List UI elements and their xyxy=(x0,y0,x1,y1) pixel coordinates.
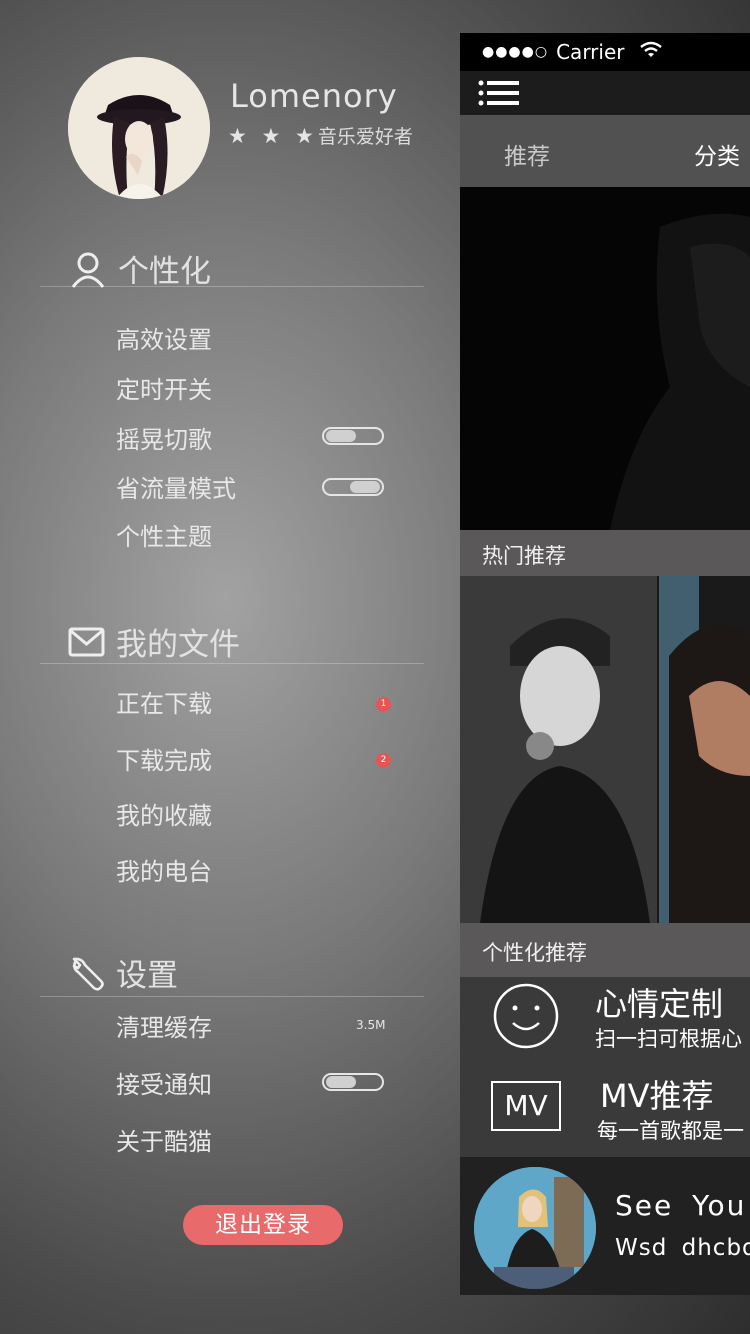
menu-item-timer-switch[interactable]: 定时开关 xyxy=(116,370,212,405)
divider xyxy=(40,996,424,997)
menu-item-clear-cache[interactable]: 清理缓存 xyxy=(116,1008,212,1043)
menu-item-my-radio[interactable]: 我的电台 xyxy=(116,852,212,887)
hot-thumbnails xyxy=(460,576,750,923)
menu-item-downloading[interactable]: 正在下载 xyxy=(116,684,212,719)
album-cover xyxy=(474,1167,596,1289)
song-title: See You A xyxy=(615,1189,750,1222)
section-title: 我的文件 xyxy=(116,627,240,663)
hero-banner[interactable] xyxy=(460,187,750,530)
tab-bar: 推荐 分类 xyxy=(460,115,750,187)
hot-item-thumbnail[interactable] xyxy=(460,576,657,923)
status-bar: ●●●●○ Carrier xyxy=(460,33,750,71)
wrench-icon xyxy=(72,957,104,991)
user-title: 音乐爱好者 xyxy=(317,126,413,148)
user-level: ★ ★ ★音乐爱好者 xyxy=(228,122,413,149)
menu-item-favorites[interactable]: 我的收藏 xyxy=(116,796,212,831)
rating-stars: ★ ★ ★ xyxy=(228,124,318,148)
divider xyxy=(40,286,424,287)
main-screen: ●●●●○ Carrier 推荐 分类 热门推荐 个性化推荐 心情定制 扫一扫可… xyxy=(460,33,750,1295)
avatar[interactable] xyxy=(68,57,210,199)
signal-icon: ●●●●○ xyxy=(482,44,549,60)
divider xyxy=(40,663,424,664)
section-personalize: 个性化 xyxy=(68,246,211,291)
personal-section-title: 个性化推荐 xyxy=(482,941,587,965)
recommendation-list: 心情定制 扫一扫可根据心 MV MV推荐 每一首歌都是一 xyxy=(460,977,750,1157)
downloading-count-badge: 1 xyxy=(376,697,391,712)
toggle-knob xyxy=(326,430,356,442)
cache-size: 3.5M xyxy=(356,1018,386,1032)
rec-item-mv[interactable]: MV MV推荐 每一首歌都是一 xyxy=(460,1069,750,1157)
menu-item-data-saver[interactable]: 省流量模式 xyxy=(116,469,236,504)
avatar-image xyxy=(68,57,210,199)
rec-title: 心情定制 xyxy=(595,985,724,1023)
section-settings: 设置 xyxy=(68,950,178,995)
tab-category[interactable]: 分类 xyxy=(694,137,740,171)
downloaded-count-badge: 2 xyxy=(376,753,391,768)
smiley-icon xyxy=(493,983,559,1049)
artist-photo xyxy=(460,576,657,923)
data-saver-toggle[interactable] xyxy=(322,478,384,496)
banner-image xyxy=(460,187,750,530)
rec-item-mood[interactable]: 心情定制 扫一扫可根据心 xyxy=(460,977,750,1065)
hot-section-header: 热门推荐 xyxy=(460,530,750,576)
logout-button[interactable]: 退出登录 xyxy=(183,1205,343,1245)
rec-title: MV推荐 xyxy=(600,1077,714,1115)
artist-photo xyxy=(659,576,750,923)
toolbar xyxy=(460,71,750,115)
username: Lomenory xyxy=(230,77,398,115)
menu-item-theme[interactable]: 个性主题 xyxy=(116,517,212,552)
mail-icon xyxy=(68,627,105,656)
user-icon xyxy=(71,252,105,288)
shake-switch-toggle[interactable] xyxy=(322,427,384,445)
menu-item-notifications[interactable]: 接受通知 xyxy=(116,1065,212,1100)
wifi-icon xyxy=(639,40,663,64)
carrier-label: Carrier xyxy=(556,40,625,64)
artist-name: Wsd dhcbdr xyxy=(615,1235,750,1261)
rec-subtitle: 每一首歌都是一 xyxy=(597,1119,744,1143)
section-title: 设置 xyxy=(116,958,178,994)
menu-item-about[interactable]: 关于酷猫 xyxy=(116,1122,212,1157)
rec-subtitle: 扫一扫可根据心 xyxy=(595,1027,742,1051)
tab-recommend[interactable]: 推荐 xyxy=(504,137,550,171)
now-playing-bar[interactable]: See You A Wsd dhcbdr xyxy=(460,1157,750,1295)
side-drawer: Lomenory ★ ★ ★音乐爱好者 个性化 高效设置 定时开关 摇晃切歌 省… xyxy=(0,0,460,1334)
menu-item-shake-switch-song[interactable]: 摇晃切歌 xyxy=(116,420,212,455)
menu-list-icon[interactable] xyxy=(478,79,520,107)
section-my-files: 我的文件 xyxy=(68,619,240,664)
personal-section-header: 个性化推荐 xyxy=(460,923,750,977)
section-title: 个性化 xyxy=(118,254,211,290)
toggle-knob xyxy=(350,481,380,493)
hot-section-title: 热门推荐 xyxy=(482,544,566,568)
toggle-knob xyxy=(326,1076,356,1088)
menu-item-downloaded[interactable]: 下载完成 xyxy=(116,741,212,776)
mv-icon: MV xyxy=(491,1081,561,1131)
hot-item-thumbnail[interactable] xyxy=(659,576,750,923)
notifications-toggle[interactable] xyxy=(322,1073,384,1091)
album-art[interactable] xyxy=(474,1167,596,1289)
menu-item-efficient-settings[interactable]: 高效设置 xyxy=(116,320,212,355)
